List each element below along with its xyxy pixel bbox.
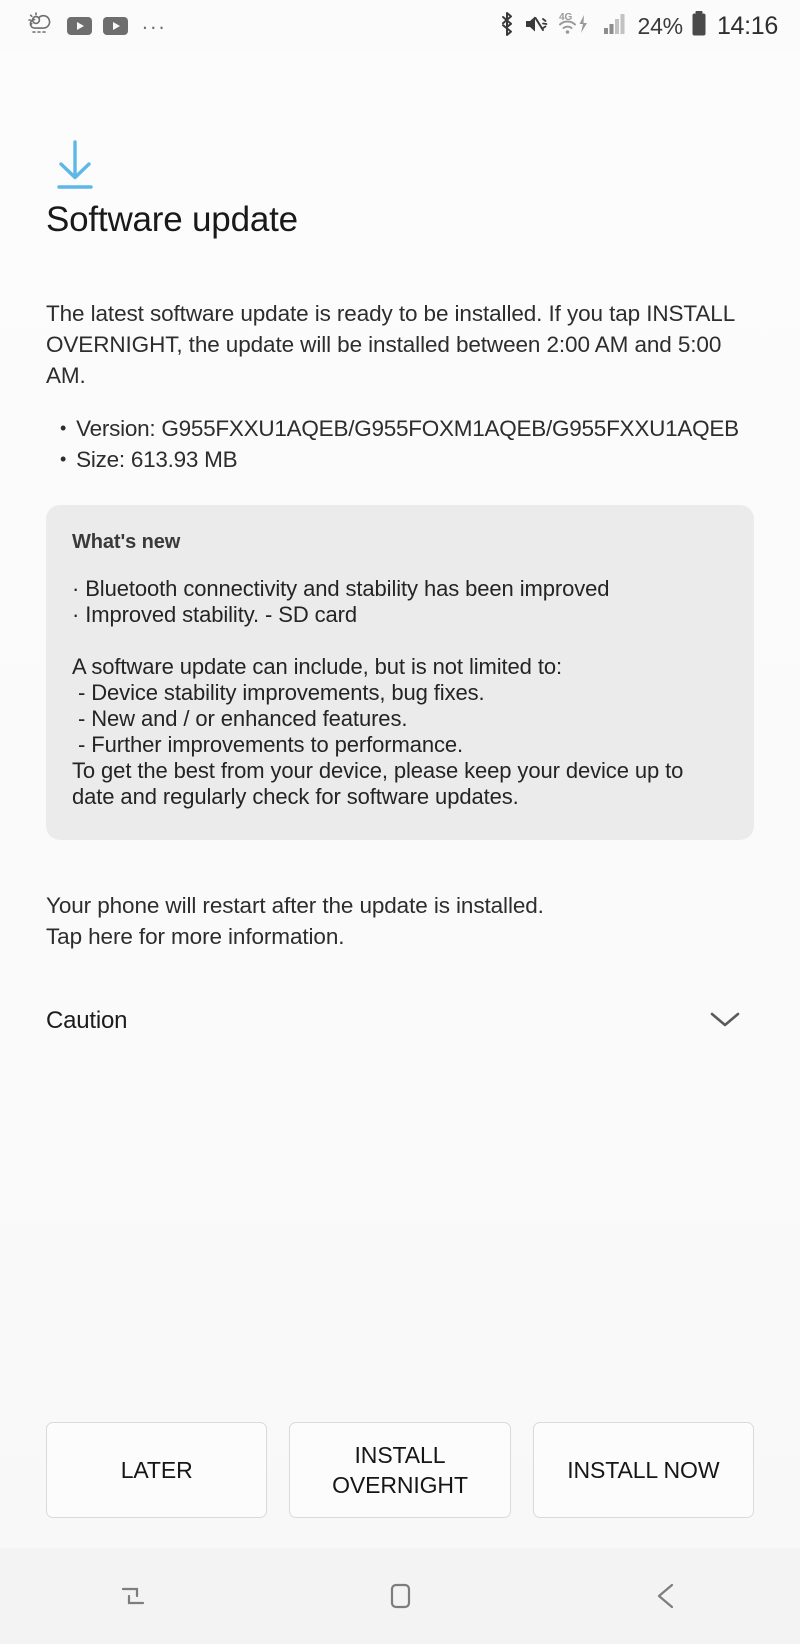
- home-icon[interactable]: [267, 1548, 534, 1644]
- update-intro-text: The latest software update is ready to b…: [46, 301, 735, 388]
- install-now-button[interactable]: INSTALL NOW: [532, 1422, 754, 1518]
- youtube-icon: [103, 17, 128, 35]
- caution-expander[interactable]: Caution: [46, 1000, 754, 1042]
- recents-icon[interactable]: [0, 1548, 267, 1644]
- page-title: Software update: [46, 200, 298, 239]
- android-navigation-bar: [0, 1548, 800, 1644]
- battery-percent-label: 24%: [637, 12, 684, 39]
- chevron-down-icon[interactable]: [708, 1008, 742, 1035]
- software-update-screen: ... 4G 24% 14:16 Software update The lat…: [0, 0, 800, 1644]
- youtube-icon: [67, 17, 92, 35]
- whats-new-card: What's new · Bluetooth connectivity and …: [46, 505, 754, 840]
- version-line: Version: G955FXXU1AQEB/G955FOXM1AQEB/G95…: [60, 413, 754, 444]
- back-icon[interactable]: [533, 1548, 800, 1644]
- status-bar-system-icons: 4G 24% 14:16: [498, 9, 778, 44]
- battery-icon: [690, 9, 708, 44]
- sound-mute-vibrate-icon: [523, 10, 551, 43]
- cellular-signal-icon: [603, 11, 631, 42]
- later-button[interactable]: LATER: [46, 1422, 268, 1518]
- size-line: Size: 613.93 MB: [60, 444, 754, 475]
- install-overnight-button[interactable]: INSTALL OVERNIGHT: [289, 1422, 511, 1518]
- whats-new-body: · Bluetooth connectivity and stability h…: [72, 576, 684, 809]
- wifi-4g-icon: 4G: [558, 9, 596, 44]
- more-notifications-dots-icon: ...: [142, 11, 168, 34]
- bluetooth-icon: [498, 10, 516, 43]
- action-button-row: LATER INSTALL OVERNIGHT INSTALL NOW: [0, 1422, 800, 1548]
- status-bar-clock: 14:16: [716, 11, 778, 40]
- caution-label: Caution: [46, 1007, 128, 1034]
- status-bar-notifications: ...: [26, 11, 167, 42]
- download-arrow-icon: [46, 52, 754, 192]
- status-bar: ... 4G 24% 14:16: [0, 0, 800, 52]
- update-meta-list: Version: G955FXXU1AQEB/G955FOXM1AQEB/G95…: [46, 413, 754, 475]
- whats-new-title: What's new: [72, 531, 181, 553]
- restart-note[interactable]: Your phone will restart after the update…: [46, 890, 754, 952]
- weather-partly-sunny-icon: [26, 11, 56, 42]
- update-content: Software update The latest software upda…: [0, 52, 800, 1422]
